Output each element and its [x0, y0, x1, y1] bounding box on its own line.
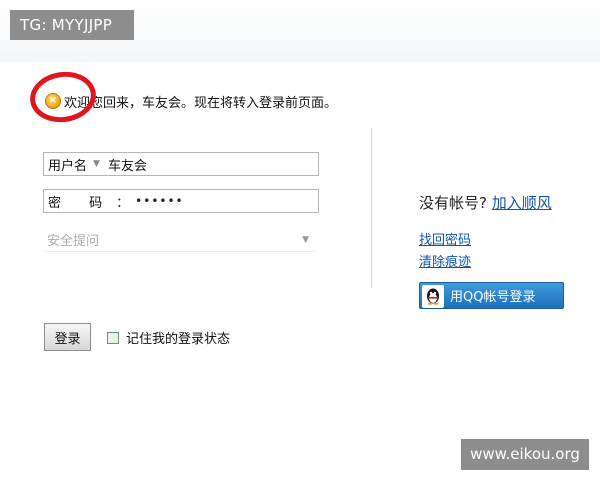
forgot-password-link[interactable]: 找回密码	[419, 229, 471, 248]
remember-label: 记住我的登录状态	[126, 332, 231, 347]
remember-checkbox[interactable]	[107, 331, 119, 344]
chevron-down-icon[interactable]: ▼	[93, 159, 100, 169]
qq-penguin-icon	[422, 284, 444, 308]
vertical-divider	[371, 128, 372, 288]
welcome-text: 欢迎您回来，车友会。现在将转入登录前页面。	[64, 95, 338, 111]
username-label: 用户名	[48, 158, 88, 174]
chevron-down-icon[interactable]: ▼	[302, 235, 309, 245]
username-value: 车友会	[107, 158, 147, 174]
password-field[interactable]: 密 码 ： ••••••	[43, 189, 319, 213]
password-value: ••••••	[135, 194, 184, 208]
watermark: www.eikou.org	[461, 439, 589, 470]
register-link[interactable]: 加入顺风	[492, 194, 552, 212]
security-question-placeholder: 安全提问	[47, 234, 100, 249]
no-account-text: 没有帐号?	[419, 194, 487, 212]
tg-badge: TG: MYYJJPP	[10, 10, 134, 40]
remember-me[interactable]: 记住我的登录状态	[107, 328, 230, 347]
no-account-line: 没有帐号? 加入顺风	[419, 192, 552, 213]
username-field[interactable]: 用户名 ▼ 车友会	[43, 152, 319, 176]
qq-login-label: 用QQ帐号登录	[450, 290, 536, 305]
clear-traces-link[interactable]: 清除痕迹	[419, 251, 471, 270]
red-annotation-circle	[26, 67, 100, 127]
qq-login-button[interactable]: 用QQ帐号登录	[419, 282, 564, 309]
password-label: 密 码	[48, 195, 115, 211]
password-colon: ：	[116, 195, 130, 211]
login-button[interactable]: 登录	[44, 323, 91, 351]
security-question-select[interactable]: 安全提问 ▼	[43, 228, 315, 252]
